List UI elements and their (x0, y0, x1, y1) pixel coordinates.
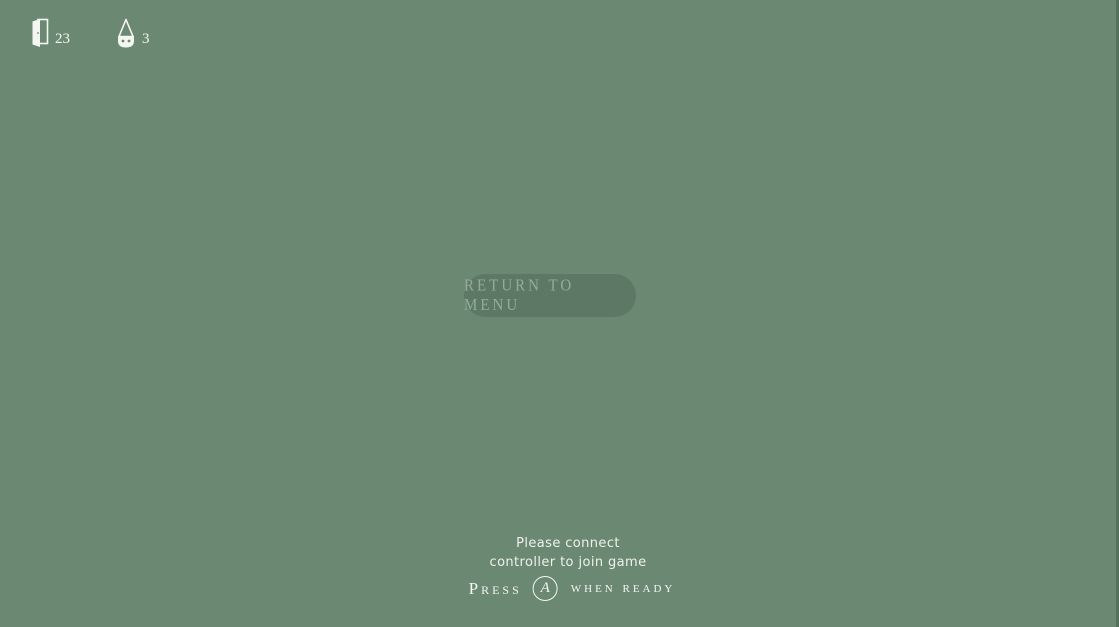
gnome-icon (118, 18, 134, 48)
lives-count: 3 (142, 31, 150, 47)
return-to-menu-label: RETURN TO MENU (464, 275, 575, 314)
join-prompt: Please connect controller to join game (490, 534, 647, 572)
lives-counter: 3 (116, 18, 150, 48)
door-icon (32, 18, 49, 47)
join-prompt-line1: Please connect (516, 536, 620, 551)
press-label: Press (468, 578, 522, 598)
doors-count: 23 (55, 31, 70, 47)
return-to-menu-button[interactable]: RETURN TO MENU (464, 274, 636, 317)
doors-counter: 23 (31, 18, 70, 48)
ready-prompt: Press A when ready (469, 576, 676, 601)
a-button-icon: A (532, 576, 558, 601)
when-ready-label: when ready (570, 580, 676, 596)
join-prompt-line2: controller to join game (489, 555, 647, 570)
